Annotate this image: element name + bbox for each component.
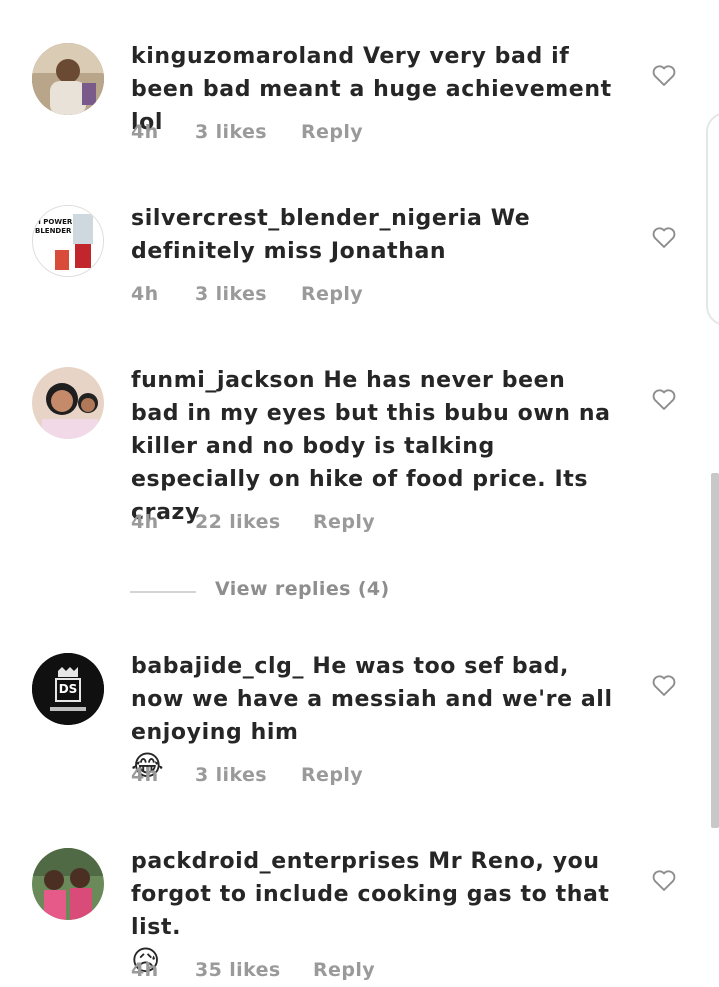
comment-likes[interactable]: 3 likes: [195, 764, 267, 786]
comment-username[interactable]: packdroid_enterprises: [131, 849, 420, 874]
avatar[interactable]: [32, 43, 104, 115]
reply-button[interactable]: Reply: [301, 764, 363, 786]
reply-button[interactable]: Reply: [301, 121, 363, 143]
comment-username[interactable]: funmi_jackson: [131, 368, 315, 393]
reply-button[interactable]: Reply: [301, 283, 363, 305]
blender-product-icon: [33, 206, 103, 276]
heart-icon[interactable]: [650, 671, 678, 699]
comment-time: 4h: [131, 764, 159, 786]
reply-button[interactable]: Reply: [313, 511, 375, 533]
comment-text: silvercrest_blender_nigeria We definitel…: [131, 202, 621, 268]
avatar-label: H POWER: [35, 218, 73, 226]
comment-time: 4h: [131, 959, 159, 981]
avatar[interactable]: [32, 848, 104, 920]
side-panel-edge[interactable]: [706, 112, 719, 326]
view-replies-label[interactable]: View replies (4): [215, 578, 390, 600]
comment-username[interactable]: silvercrest_blender_nigeria: [131, 206, 482, 231]
divider: [130, 591, 196, 593]
comment-likes[interactable]: 22 likes: [195, 511, 281, 533]
avatar[interactable]: DS: [32, 653, 104, 725]
reply-button[interactable]: Reply: [313, 959, 375, 981]
comment-time: 4h: [131, 283, 159, 305]
comment-likes[interactable]: 35 likes: [195, 959, 281, 981]
comment-username[interactable]: babajide_clg_: [131, 654, 304, 679]
comment-likes[interactable]: 3 likes: [195, 121, 267, 143]
profile-photo-icon: [32, 367, 104, 439]
comment-time: 4h: [131, 121, 159, 143]
scrollbar[interactable]: [711, 473, 719, 828]
comment-time: 4h: [131, 511, 159, 533]
profile-photo-icon: [32, 43, 104, 115]
heart-icon[interactable]: [650, 61, 678, 89]
profile-photo-icon: [32, 848, 104, 920]
comment-username[interactable]: kinguzomaroland: [131, 44, 355, 69]
heart-icon[interactable]: [650, 385, 678, 413]
avatar-label: BLENDER: [35, 227, 72, 235]
heart-icon[interactable]: [650, 223, 678, 251]
avatar-label: DS: [58, 682, 78, 696]
heart-icon[interactable]: [650, 866, 678, 894]
comment-text: funmi_jackson He has never been bad in m…: [131, 364, 621, 529]
avatar[interactable]: H POWER BLENDER: [32, 205, 104, 277]
comments-page: kinguzomaroland Very very bad if been ba…: [0, 0, 719, 987]
comment-likes[interactable]: 3 likes: [195, 283, 267, 305]
avatar[interactable]: [32, 367, 104, 439]
